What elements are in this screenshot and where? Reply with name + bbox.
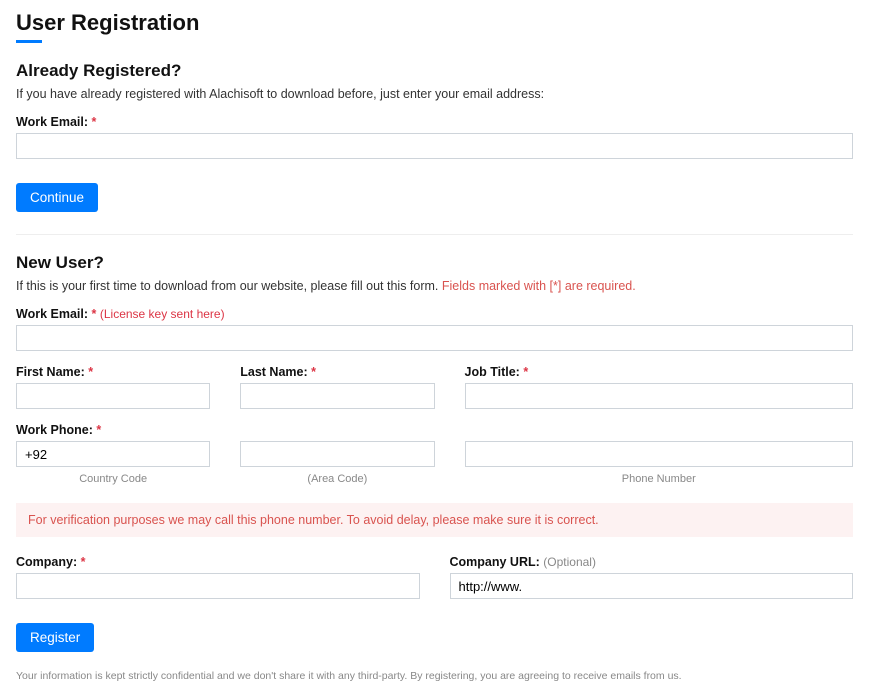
required-asterisk: * <box>311 365 316 379</box>
work-phone-label-text: Work Phone: <box>16 423 93 437</box>
already-email-input[interactable] <box>16 133 853 159</box>
title-underline <box>16 40 42 43</box>
page-title: User Registration <box>16 10 853 36</box>
work-phone-label: Work Phone: * <box>16 423 853 437</box>
company-url-label-text: Company URL: <box>450 555 540 569</box>
last-name-label-text: Last Name: <box>240 365 307 379</box>
company-label-text: Company: <box>16 555 77 569</box>
new-email-input[interactable] <box>16 325 853 351</box>
first-name-input[interactable] <box>16 383 210 409</box>
required-asterisk: * <box>81 555 86 569</box>
new-user-desc-required: Fields marked with [*] are required. <box>442 279 636 293</box>
section-divider <box>16 234 853 235</box>
required-asterisk: * <box>92 307 97 321</box>
continue-button[interactable]: Continue <box>16 183 98 212</box>
company-label: Company: * <box>16 555 420 569</box>
phone-verification-note: For verification purposes we may call th… <box>16 503 853 537</box>
job-title-input[interactable] <box>465 383 854 409</box>
already-email-label-text: Work Email: <box>16 115 88 129</box>
area-code-sublabel: (Area Code) <box>240 473 434 485</box>
register-button[interactable]: Register <box>16 623 94 652</box>
already-email-label: Work Email: * <box>16 115 853 129</box>
last-name-input[interactable] <box>240 383 434 409</box>
new-user-heading: New User? <box>16 253 853 273</box>
new-email-label: Work Email: * (License key sent here) <box>16 307 853 321</box>
company-url-optional: (Optional) <box>543 555 596 569</box>
job-title-label: Job Title: * <box>465 365 854 379</box>
already-registered-heading: Already Registered? <box>16 61 853 81</box>
last-name-label: Last Name: * <box>240 365 434 379</box>
new-user-desc: If this is your first time to download f… <box>16 279 853 293</box>
company-url-label: Company URL: (Optional) <box>450 555 854 569</box>
new-email-label-text: Work Email: <box>16 307 88 321</box>
new-email-hint: (License key sent here) <box>100 307 225 321</box>
required-asterisk: * <box>523 365 528 379</box>
phone-number-input[interactable] <box>465 441 854 467</box>
area-code-input[interactable] <box>240 441 434 467</box>
country-code-sublabel: Country Code <box>16 473 210 485</box>
company-input[interactable] <box>16 573 420 599</box>
company-url-input[interactable] <box>450 573 854 599</box>
first-name-label: First Name: * <box>16 365 210 379</box>
required-asterisk: * <box>92 115 97 129</box>
first-name-label-text: First Name: <box>16 365 85 379</box>
new-user-desc-prefix: If this is your first time to download f… <box>16 279 442 293</box>
country-code-input[interactable] <box>16 441 210 467</box>
privacy-note: Your information is kept strictly confid… <box>16 670 853 682</box>
required-asterisk: * <box>96 423 101 437</box>
phone-number-sublabel: Phone Number <box>465 473 854 485</box>
required-asterisk: * <box>88 365 93 379</box>
job-title-label-text: Job Title: <box>465 365 520 379</box>
already-registered-desc: If you have already registered with Alac… <box>16 87 853 101</box>
